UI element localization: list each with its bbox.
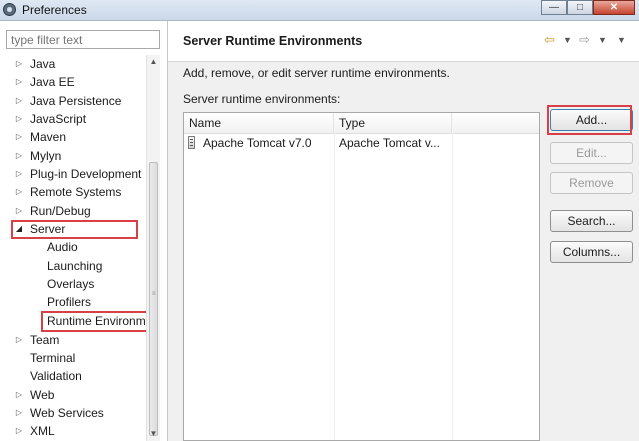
window-controls: — □ ✕ [541,0,635,15]
server-highlight-box [11,220,138,239]
expand-arrow-icon[interactable]: ▷ [14,404,24,422]
expand-arrow-icon[interactable]: ▷ [14,92,24,110]
tree-item-profilers[interactable]: Profilers [47,293,91,311]
preferences-tree: Java Java EE Java Persistence JavaScript… [0,55,146,441]
runtime-highlight-box [41,311,146,332]
scroll-up-icon[interactable]: ▲ [147,55,160,69]
tree-item-maven[interactable]: Maven [30,128,66,146]
tree-item-mylyn[interactable]: Mylyn [30,147,61,165]
column-divider [334,133,335,440]
tree-item-xml[interactable]: XML [30,422,55,440]
tree-item-java[interactable]: Java [30,55,55,73]
eclipse-icon [3,3,16,16]
table-label: Server runtime environments: [183,92,341,106]
tree-item-remote-systems[interactable]: Remote Systems [30,183,121,201]
scrollbar-thumb[interactable]: ≡ [149,162,158,436]
tree-item-plugin-development[interactable]: Plug-in Development [30,165,141,183]
runtime-type: Apache Tomcat v... [339,136,440,150]
expand-arrow-icon[interactable]: ▷ [14,202,24,220]
edit-button[interactable]: Edit... [550,142,633,164]
add-highlight-box [547,105,632,135]
expand-arrow-icon[interactable]: ▷ [14,128,24,146]
filter-input[interactable] [6,30,160,49]
expand-arrow-icon[interactable]: ▷ [14,147,24,165]
tree-item-web[interactable]: Web [30,386,54,404]
runtime-name: Apache Tomcat v7.0 [203,136,312,150]
tree-item-javascript[interactable]: JavaScript [30,110,86,128]
expand-arrow-icon[interactable]: ▷ [14,422,24,440]
back-menu-chevron-icon[interactable]: ▼ [563,33,572,47]
grip-icon: ≡ [152,291,156,297]
expand-arrow-icon[interactable]: ▷ [14,110,24,128]
minimize-button[interactable]: — [541,0,567,15]
server-runtime-page: Server Runtime Environments ⇦ ▼ ⇨ ▼ ▼ Ad… [168,21,639,441]
page-header: Server Runtime Environments ⇦ ▼ ⇨ ▼ ▼ [168,21,639,62]
table-cell-name: Apache Tomcat v7.0 [184,133,334,153]
expand-arrow-icon[interactable]: ▷ [14,165,24,183]
server-runtime-icon [188,136,195,149]
preferences-tree-pane: Java Java EE Java Persistence JavaScript… [0,21,168,441]
scroll-down-icon[interactable]: ▼ [147,427,160,441]
forward-menu-chevron-icon[interactable]: ▼ [598,33,607,47]
tree-item-team[interactable]: Team [30,331,59,349]
column-header-filler [452,113,539,133]
forward-arrow-icon[interactable]: ⇨ [579,33,590,47]
columns-button[interactable]: Columns... [550,241,633,263]
back-arrow-icon[interactable]: ⇦ [544,33,555,47]
tree-item-run-debug[interactable]: Run/Debug [30,202,91,220]
tree-item-java-ee[interactable]: Java EE [30,73,75,91]
close-button[interactable]: ✕ [593,0,635,15]
page-description: Add, remove, or edit server runtime envi… [183,66,450,80]
table-header: Name Type [184,113,539,134]
expand-arrow-icon[interactable]: ▷ [14,386,24,404]
window-title: Preferences [22,3,87,17]
view-menu-icon[interactable]: ▼ [617,33,626,47]
tree-item-launching[interactable]: Launching [47,257,102,275]
column-divider [452,133,453,440]
search-button[interactable]: Search... [550,210,633,232]
column-header-name[interactable]: Name [184,113,334,133]
column-header-type[interactable]: Type [334,113,452,133]
tree-item-java-persistence[interactable]: Java Persistence [30,92,121,110]
tree-item-validation[interactable]: Validation [30,367,82,385]
page-title: Server Runtime Environments [183,34,363,48]
tree-item-audio[interactable]: Audio [47,238,78,256]
maximize-button[interactable]: □ [567,0,593,15]
tree-item-terminal[interactable]: Terminal [30,349,75,367]
table-row[interactable]: Apache Tomcat v7.0 Apache Tomcat v... [184,133,539,153]
expand-arrow-icon[interactable]: ▷ [14,331,24,349]
expand-arrow-icon[interactable]: ▷ [14,73,24,91]
expand-arrow-icon[interactable]: ▷ [14,55,24,73]
tree-scrollbar[interactable]: ▲ ≡ ▼ [146,55,160,441]
remove-button[interactable]: Remove [550,172,633,194]
runtime-table[interactable]: Name Type Apache Tomcat v7.0 Apache Tomc… [183,112,540,441]
tree-item-web-services[interactable]: Web Services [30,404,104,422]
expand-arrow-icon[interactable]: ▷ [14,183,24,201]
tree-item-overlays[interactable]: Overlays [47,275,94,293]
title-bar: Preferences — □ ✕ [0,0,639,21]
